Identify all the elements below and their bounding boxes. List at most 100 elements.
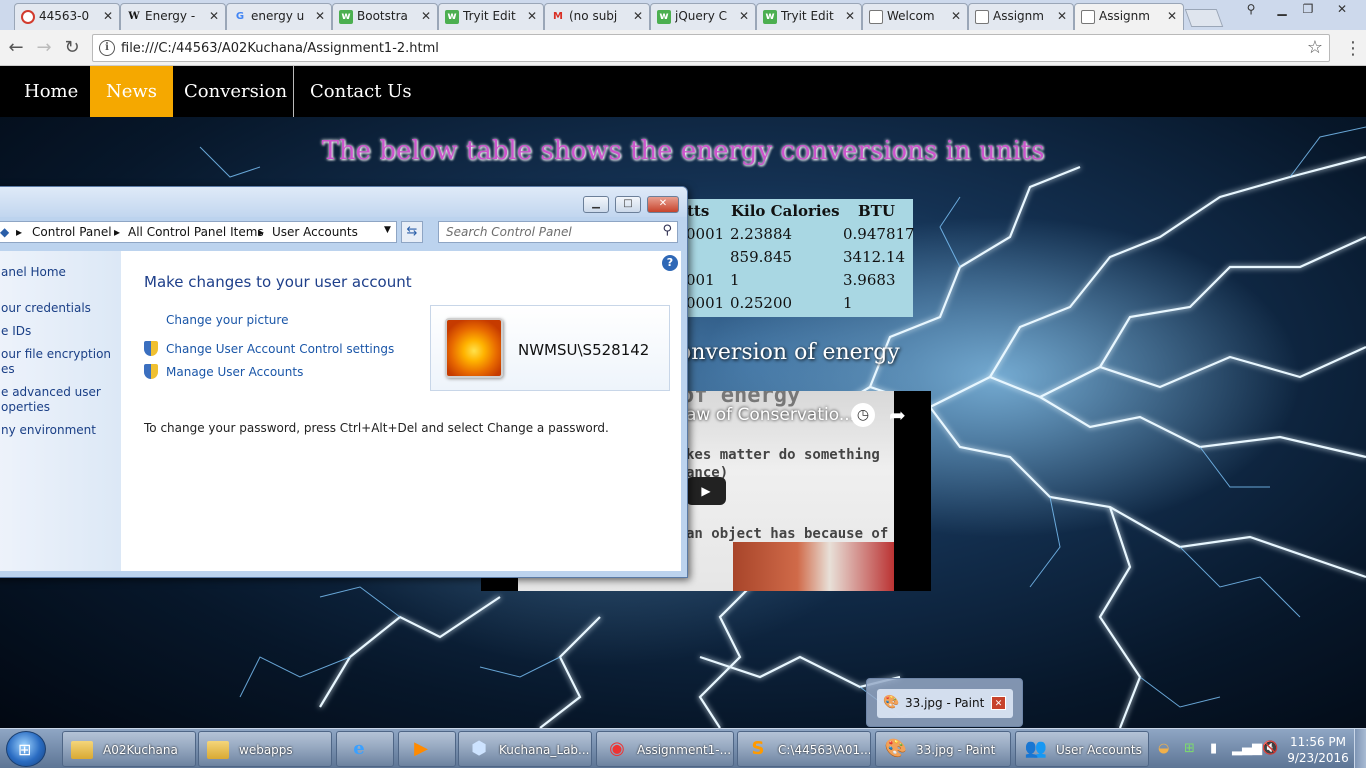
avatar[interactable] <box>445 318 503 378</box>
maximize-button[interactable]: □ <box>615 196 641 213</box>
system-clock[interactable]: 11:56 PM 9/23/2016 <box>1285 734 1351 766</box>
breadcrumb-item[interactable]: Control Panel <box>32 225 112 239</box>
sidebar-link[interactable]: e advanced user <box>1 385 101 399</box>
watch-later-icon[interactable]: ◷ <box>851 403 875 427</box>
close-window-button[interactable]: ✕ <box>1322 0 1362 20</box>
taskbar-thumbnail-popup[interactable]: 🎨 33.jpg - Paint ✕ <box>866 678 1023 727</box>
network-sharing-icon[interactable]: ◒ <box>1158 741 1169 756</box>
signal-icon[interactable]: ▂▄▆ <box>1232 741 1262 756</box>
chevron-right-icon[interactable]: ▸ <box>114 225 120 239</box>
sidebar-link[interactable]: anel Home <box>1 265 66 279</box>
taskbar-item[interactable]: ◉ Assignment1-... <box>596 731 734 767</box>
video-title[interactable]: aw of Conservatio... <box>686 405 855 425</box>
taskbar-item[interactable]: A02Kuchana <box>62 731 196 767</box>
browser-tab[interactable]: G energy u ✕ <box>226 3 332 30</box>
browser-tab[interactable]: Welcom ✕ <box>862 3 968 30</box>
thumbnail-label[interactable]: 33.jpg - Paint <box>905 696 984 710</box>
taskbar-item[interactable]: webapps <box>198 731 332 767</box>
uac-shield-icon <box>144 364 158 379</box>
close-icon[interactable]: ✕ <box>1057 9 1067 23</box>
taskbar-item[interactable]: 👥 User Accounts <box>1015 731 1149 767</box>
nav-news[interactable]: News <box>90 66 174 117</box>
back-icon[interactable]: ← <box>4 36 28 60</box>
chevron-right-icon[interactable]: ▸ <box>16 225 22 239</box>
close-icon[interactable]: ✕ <box>739 9 749 23</box>
start-button[interactable]: ⊞ <box>6 731 46 767</box>
browser-tab[interactable]: w Tryit Edit ✕ <box>756 3 862 30</box>
close-icon[interactable]: ✕ <box>421 9 431 23</box>
thumbnail-item[interactable]: 🎨 33.jpg - Paint ✕ <box>877 689 1013 718</box>
browser-tab[interactable]: W Energy - ✕ <box>120 3 226 30</box>
taskbar-item[interactable]: ▶ <box>398 731 456 767</box>
search-input[interactable]: Search Control Panel ⚲ <box>438 221 678 243</box>
play-icon[interactable]: ▶ <box>686 477 726 505</box>
minimize-button[interactable]: ▁ <box>1270 0 1294 20</box>
url-text[interactable]: file:///C:/44563/A02Kuchana/Assignment1-… <box>121 41 439 56</box>
close-icon[interactable]: ✕ <box>315 9 325 23</box>
info-icon[interactable]: i <box>99 40 115 56</box>
sidebar-link[interactable]: our credentials <box>1 301 91 315</box>
sidebar-link[interactable]: operties <box>1 400 50 414</box>
table-cell: 1 <box>843 294 853 312</box>
breadcrumb-item[interactable]: User Accounts <box>272 225 358 239</box>
taskbar-item[interactable]: e <box>336 731 394 767</box>
share-icon[interactable]: ➦ <box>889 403 906 427</box>
close-icon[interactable]: ✕ <box>1167 9 1177 23</box>
manage-accounts-link[interactable]: Manage User Accounts <box>166 365 303 379</box>
breadcrumb-item[interactable]: All Control Panel Items <box>128 225 264 239</box>
sidebar-link[interactable]: e IDs <box>1 324 31 338</box>
user-name: NWMSU\S528142 <box>518 341 650 359</box>
nav-contact-us[interactable]: Contact Us <box>294 66 428 117</box>
uac-settings-link[interactable]: Change User Account Control settings <box>166 342 394 356</box>
minimize-button[interactable]: ▁ <box>583 196 609 213</box>
browser-tab[interactable]: Assignm ✕ <box>968 3 1074 30</box>
control-panel-window[interactable]: ▁ □ ✕ ◆ ▸ Control Panel ▸ All Control Pa… <box>0 186 688 578</box>
bookmark-star-icon[interactable]: ☆ <box>1307 37 1323 58</box>
nav-home[interactable]: Home <box>8 66 94 117</box>
chevron-down-icon[interactable]: ▼ <box>384 225 391 235</box>
battery-icon[interactable]: ▮ <box>1210 741 1217 756</box>
chrome-menu-icon[interactable]: ⋮ <box>1344 38 1362 60</box>
sidebar-link[interactable]: our file encryption <box>1 347 111 361</box>
close-window-button[interactable]: ✕ <box>647 196 679 213</box>
browser-tab[interactable]: w Tryit Edit ✕ <box>438 3 544 30</box>
taskbar-item[interactable]: S C:\44563\A01... <box>737 731 871 767</box>
reload-icon[interactable]: ↻ <box>60 36 84 60</box>
nav-conversion[interactable]: Conversion <box>168 66 303 117</box>
address-breadcrumb[interactable]: ◆ ▸ Control Panel ▸ All Control Panel It… <box>0 221 397 243</box>
close-icon[interactable]: ✕ <box>845 9 855 23</box>
close-icon[interactable]: ✕ <box>103 9 113 23</box>
browser-tab[interactable]: w jQuery C ✕ <box>650 3 756 30</box>
help-icon[interactable]: ? <box>662 255 678 271</box>
taskbar-label: A02Kuchana <box>103 743 178 757</box>
address-bar[interactable]: i file:///C:/44563/A02Kuchana/Assignment… <box>92 34 1330 62</box>
restore-button[interactable]: ❐ <box>1296 0 1320 20</box>
taskbar-item[interactable]: ⬢ Kuchana_Lab... <box>458 731 592 767</box>
change-picture-link[interactable]: Change your picture <box>166 313 288 327</box>
show-desktop-button[interactable] <box>1354 729 1366 768</box>
browser-tab[interactable]: 44563-0 ✕ <box>14 3 120 30</box>
sidebar-link[interactable]: ny environment <box>1 423 96 437</box>
close-icon[interactable]: ✕ <box>991 696 1006 710</box>
chevron-right-icon[interactable]: ▸ <box>258 225 264 239</box>
close-icon[interactable]: ✕ <box>209 9 219 23</box>
browser-tab[interactable]: w Bootstra ✕ <box>332 3 438 30</box>
table-cell: 001 <box>686 271 715 289</box>
user-icon[interactable]: ⚲ <box>1240 0 1262 20</box>
refresh-icon[interactable]: ⇆ <box>401 221 423 243</box>
table-cell: 3.9683 <box>843 271 896 289</box>
sidebar-link[interactable]: es <box>1 362 15 376</box>
search-icon[interactable]: ⚲ <box>662 223 672 238</box>
volume-muted-icon[interactable]: 🔇 <box>1262 741 1278 756</box>
close-icon[interactable]: ✕ <box>527 9 537 23</box>
taskbar-item[interactable]: 🎨 33.jpg - Paint <box>875 731 1011 767</box>
close-icon[interactable]: ✕ <box>633 9 643 23</box>
control-panel-sidebar: anel Home our credentials e IDs our file… <box>0 251 121 571</box>
browser-tab-active[interactable]: Assignm ✕ <box>1074 3 1184 31</box>
table-header: Kilo Calories <box>731 202 840 220</box>
new-tab-button[interactable] <box>1184 9 1224 27</box>
action-center-icon[interactable]: ⊞ <box>1184 741 1195 756</box>
close-icon[interactable]: ✕ <box>951 9 961 23</box>
forward-icon[interactable]: → <box>32 36 56 60</box>
browser-tab[interactable]: M (no subj ✕ <box>544 3 650 30</box>
